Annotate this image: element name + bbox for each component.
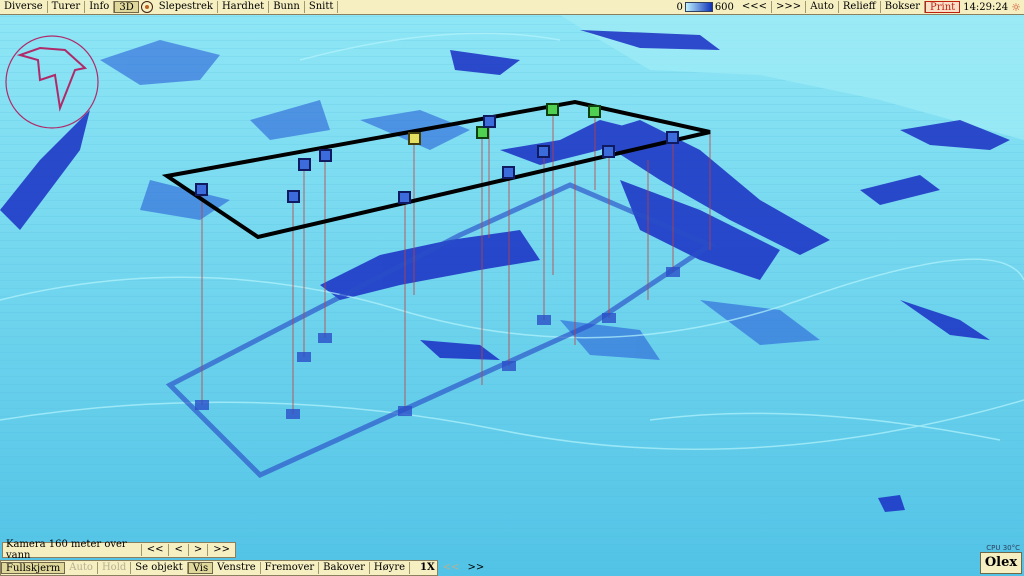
sun-icon: ☼ (1011, 0, 1021, 14)
depth-max: 600 (714, 1, 734, 13)
speed-button[interactable]: 1X (410, 562, 439, 574)
right-button[interactable]: Høyre (370, 562, 411, 574)
camera-bar: Kamera 160 meter over vann << < > >> (2, 539, 236, 561)
camera-fast-forward-button[interactable]: >> (207, 544, 235, 556)
depth-min: 0 (676, 1, 683, 13)
menu-slepestrek[interactable]: Slepestrek (155, 1, 218, 13)
menu-bokser[interactable]: Bokser (881, 1, 926, 13)
speed-down-button[interactable]: << (439, 562, 464, 574)
hold-button[interactable]: Hold (98, 562, 132, 574)
show-button[interactable]: Vis (187, 562, 214, 574)
nav-forward-button[interactable]: >>> (772, 1, 807, 13)
fullscreen-button[interactable]: Fullskjerm (1, 562, 66, 574)
menu-3d[interactable]: 3D (114, 1, 139, 13)
menu-diverse[interactable]: Diverse (0, 1, 48, 13)
speed-up-button[interactable]: >> (464, 562, 489, 574)
view-object-button[interactable]: Se objekt (131, 562, 188, 574)
menu-info[interactable]: Info (85, 1, 115, 13)
top-toolbar: Diverse Turer Info 3D Slepestrek Hardhet… (0, 0, 1024, 15)
cpu-temperature: CPU 30°C (986, 544, 1020, 552)
camera-forward-button[interactable]: > (187, 544, 207, 556)
menu-turer[interactable]: Turer (48, 1, 86, 13)
auto-button[interactable]: Auto (65, 562, 98, 574)
left-button[interactable]: Venstre (213, 562, 261, 574)
forward-button[interactable]: Fremover (261, 562, 320, 574)
clock: 14:29:24 (963, 1, 1009, 13)
bottom-toolbar: Fullskjerm Auto Hold Se objekt Vis Venst… (0, 560, 484, 576)
menu-relieff[interactable]: Relieff (839, 1, 881, 13)
print-button[interactable]: Print (925, 1, 961, 13)
camera-back-button[interactable]: < (168, 544, 187, 556)
olex-logo-button[interactable]: Olex (980, 552, 1022, 574)
view-mode-icon[interactable] (140, 1, 153, 13)
seabed-3d-view[interactable] (0, 15, 1024, 576)
nav-back-button[interactable]: <<< (738, 1, 773, 13)
menu-snitt[interactable]: Snitt (305, 1, 339, 13)
menu-auto[interactable]: Auto (806, 1, 839, 13)
depth-gradient (684, 2, 713, 12)
depth-scale[interactable]: 0 600 (672, 2, 737, 13)
menu-bunn[interactable]: Bunn (269, 1, 305, 13)
menu-hardhet[interactable]: Hardhet (218, 1, 270, 13)
backward-button[interactable]: Bakover (319, 562, 370, 574)
camera-fast-back-button[interactable]: << (140, 544, 169, 556)
camera-height-label: Kamera 160 meter over vann (6, 539, 127, 561)
